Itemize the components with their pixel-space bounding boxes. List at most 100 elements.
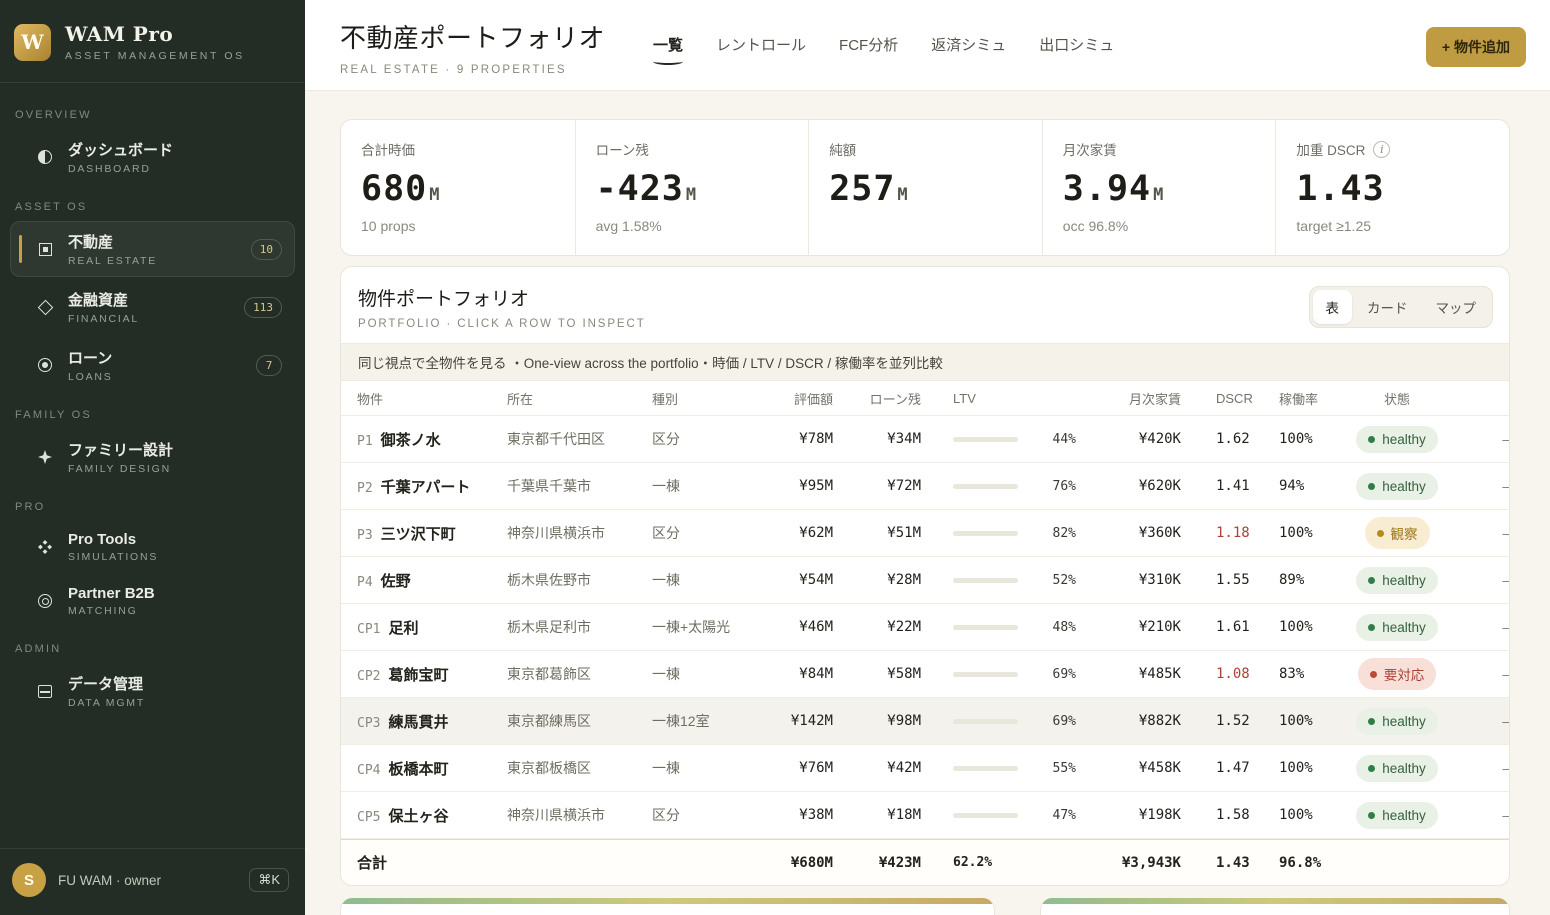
row-arrow-icon[interactable]: →: [1475, 571, 1510, 589]
row-arrow-icon[interactable]: →: [1475, 430, 1510, 448]
status-label: healthy: [1382, 573, 1426, 588]
diamond-icon: [37, 299, 53, 315]
row-arrow-icon[interactable]: →: [1475, 618, 1510, 636]
section-label-family-os: FAMILY OS: [15, 409, 289, 421]
property-name: 足利: [388, 617, 418, 638]
ltv-bar-track: [953, 813, 1018, 818]
property-name: 三ツ沢下町: [381, 523, 456, 544]
table-row[interactable]: CP3 練馬貫井 東京都練馬区 一棟12室 ¥142M ¥98M 69% ¥88…: [341, 698, 1509, 745]
nav-label-en: MATCHING: [68, 605, 155, 617]
portfolio-header: 物件ポートフォリオ PORTFOLIO · CLICK A ROW TO INS…: [341, 267, 1509, 343]
kpi-value: 3.94: [1063, 169, 1151, 209]
table-row[interactable]: CP1 足利 栃木県足利市 一棟+太陽光 ¥46M ¥22M 48% ¥210K…: [341, 604, 1509, 651]
tab-repayment-sim[interactable]: 返済シミュ: [931, 34, 1006, 67]
row-arrow-icon[interactable]: →: [1475, 712, 1510, 730]
logo-letter: W: [21, 30, 43, 54]
info-icon[interactable]: i: [1373, 141, 1390, 158]
ltv-percent: 47%: [1018, 808, 1076, 823]
property-occupancy: 94%: [1241, 478, 1319, 494]
property-rent: ¥360K: [1076, 525, 1181, 541]
sidebar-item-pro-tools[interactable]: Pro Tools SIMULATIONS: [10, 521, 295, 573]
property-location: 東京都葛飾区: [507, 664, 652, 684]
sidebar-item-financial[interactable]: 金融資産 FINANCIAL 113: [10, 279, 295, 335]
sidebar-item-partner-b2b[interactable]: Partner B2B MATCHING: [10, 575, 295, 627]
row-arrow-icon[interactable]: →: [1475, 477, 1510, 495]
tab-fcf-analysis[interactable]: FCF分析: [839, 34, 898, 67]
view-toggle-cards[interactable]: カード: [1354, 290, 1421, 324]
status-label: healthy: [1382, 808, 1426, 823]
table-row[interactable]: P3 三ツ沢下町 神奈川県横浜市 区分 ¥62M ¥51M 82% ¥360K …: [341, 510, 1509, 557]
nav-label-jp: 金融資産: [68, 289, 139, 310]
sidebar-item-dashboard[interactable]: ダッシュボード DASHBOARD: [10, 129, 295, 185]
view-toggle-table[interactable]: 表: [1313, 290, 1353, 324]
sidebar-item-loans[interactable]: ローン LOANS 7: [10, 337, 295, 393]
nav-label-en: FINANCIAL: [68, 313, 139, 325]
property-id: CP3: [357, 716, 380, 731]
status-dot-icon: [1368, 718, 1375, 725]
database-icon: [37, 683, 53, 699]
nav-label-en: DASHBOARD: [68, 163, 173, 175]
sidebar-item-data-mgmt[interactable]: データ管理 DATA MGMT: [10, 663, 295, 719]
status-badge: healthy: [1356, 473, 1438, 500]
portfolio-title: 物件ポートフォリオ: [358, 284, 646, 311]
property-occupancy: 100%: [1241, 807, 1319, 823]
tab-rent-roll[interactable]: レントロール: [716, 34, 806, 67]
count-badge: 10: [251, 239, 282, 260]
table-header-row: 物件 所在 種別 評価額 ローン残 LTV 月次家賃 DSCR 稼働率 状態: [341, 381, 1509, 416]
ltv-percent: 69%: [1018, 714, 1076, 729]
row-arrow-icon[interactable]: →: [1475, 759, 1510, 777]
nav-label-jp: Pro Tools: [68, 531, 158, 548]
property-loan: ¥72M: [833, 478, 921, 494]
row-arrow-icon[interactable]: →: [1475, 524, 1510, 542]
property-valuation: ¥76M: [747, 760, 833, 776]
avatar[interactable]: S: [12, 863, 46, 897]
view-toggle-map[interactable]: マップ: [1423, 290, 1490, 324]
sidebar-item-real-estate[interactable]: 不動産 REAL ESTATE 10: [10, 221, 295, 277]
property-valuation: ¥62M: [747, 525, 833, 541]
status-badge: 観察: [1365, 517, 1430, 549]
table-row[interactable]: P1 御茶ノ水 東京都千代田区 区分 ¥78M ¥34M 44% ¥420K 1…: [341, 416, 1509, 463]
square-dot-icon: [37, 241, 53, 257]
property-valuation: ¥38M: [747, 807, 833, 823]
kpi-unit: M: [429, 185, 439, 205]
property-valuation: ¥46M: [747, 619, 833, 635]
ltv-cell: 52%: [921, 573, 1076, 588]
ltv-cell: 55%: [921, 761, 1076, 776]
ltv-percent: 48%: [1018, 620, 1076, 635]
nav-label-jp: Partner B2B: [68, 585, 155, 602]
table-row[interactable]: CP4 板橋本町 東京都板橋区 一棟 ¥76M ¥42M 55% ¥458K 1…: [341, 745, 1509, 792]
row-arrow-icon[interactable]: →: [1475, 806, 1510, 824]
property-location: 東京都練馬区: [507, 711, 652, 731]
command-k-shortcut[interactable]: ⌘K: [249, 868, 289, 892]
ltv-bar-track: [953, 625, 1018, 630]
nav-label-jp: ローン: [68, 347, 113, 368]
status-dot-icon: [1368, 624, 1375, 631]
sidebar-item-family-design[interactable]: ファミリー設計 FAMILY DESIGN: [10, 429, 295, 485]
row-arrow-icon[interactable]: →: [1475, 665, 1510, 683]
nav-label-jp: ファミリー設計: [68, 439, 173, 460]
col-header-status: 状態: [1319, 389, 1475, 408]
kpi-unit: M: [686, 185, 696, 205]
property-location: 東京都千代田区: [507, 429, 652, 449]
property-location: 千葉県千葉市: [507, 476, 652, 496]
ltv-cell: 82%: [921, 526, 1076, 541]
table-row[interactable]: P2 千葉アパート 千葉県千葉市 一棟 ¥95M ¥72M 76% ¥620K …: [341, 463, 1509, 510]
tab-list[interactable]: 一覧: [653, 34, 683, 67]
property-dscr: 1.55: [1181, 572, 1241, 588]
table-row[interactable]: P4 佐野 栃木県佐野市 一棟 ¥54M ¥28M 52% ¥310K 1.55…: [341, 557, 1509, 604]
kpi-value: -423: [596, 169, 684, 209]
add-property-button[interactable]: + 物件追加: [1426, 27, 1526, 67]
table-row[interactable]: CP5 保土ヶ谷 神奈川県横浜市 区分 ¥38M ¥18M 47% ¥198K …: [341, 792, 1509, 839]
user-name: FU WAM · owner: [58, 873, 161, 888]
property-occupancy: 100%: [1241, 431, 1319, 447]
status-dot-icon: [1368, 577, 1375, 584]
nav-label-jp: 不動産: [68, 231, 157, 252]
property-id: CP4: [357, 763, 380, 778]
sidebar-footer: S FU WAM · owner ⌘K: [0, 848, 305, 915]
property-loan: ¥28M: [833, 572, 921, 588]
nav-label-en: REAL ESTATE: [68, 255, 157, 267]
property-dscr: 1.41: [1181, 478, 1241, 494]
tab-exit-sim[interactable]: 出口シミュ: [1039, 34, 1114, 67]
property-rent: ¥310K: [1076, 572, 1181, 588]
table-row[interactable]: CP2 葛飾宝町 東京都葛飾区 一棟 ¥84M ¥58M 69% ¥485K 1…: [341, 651, 1509, 698]
